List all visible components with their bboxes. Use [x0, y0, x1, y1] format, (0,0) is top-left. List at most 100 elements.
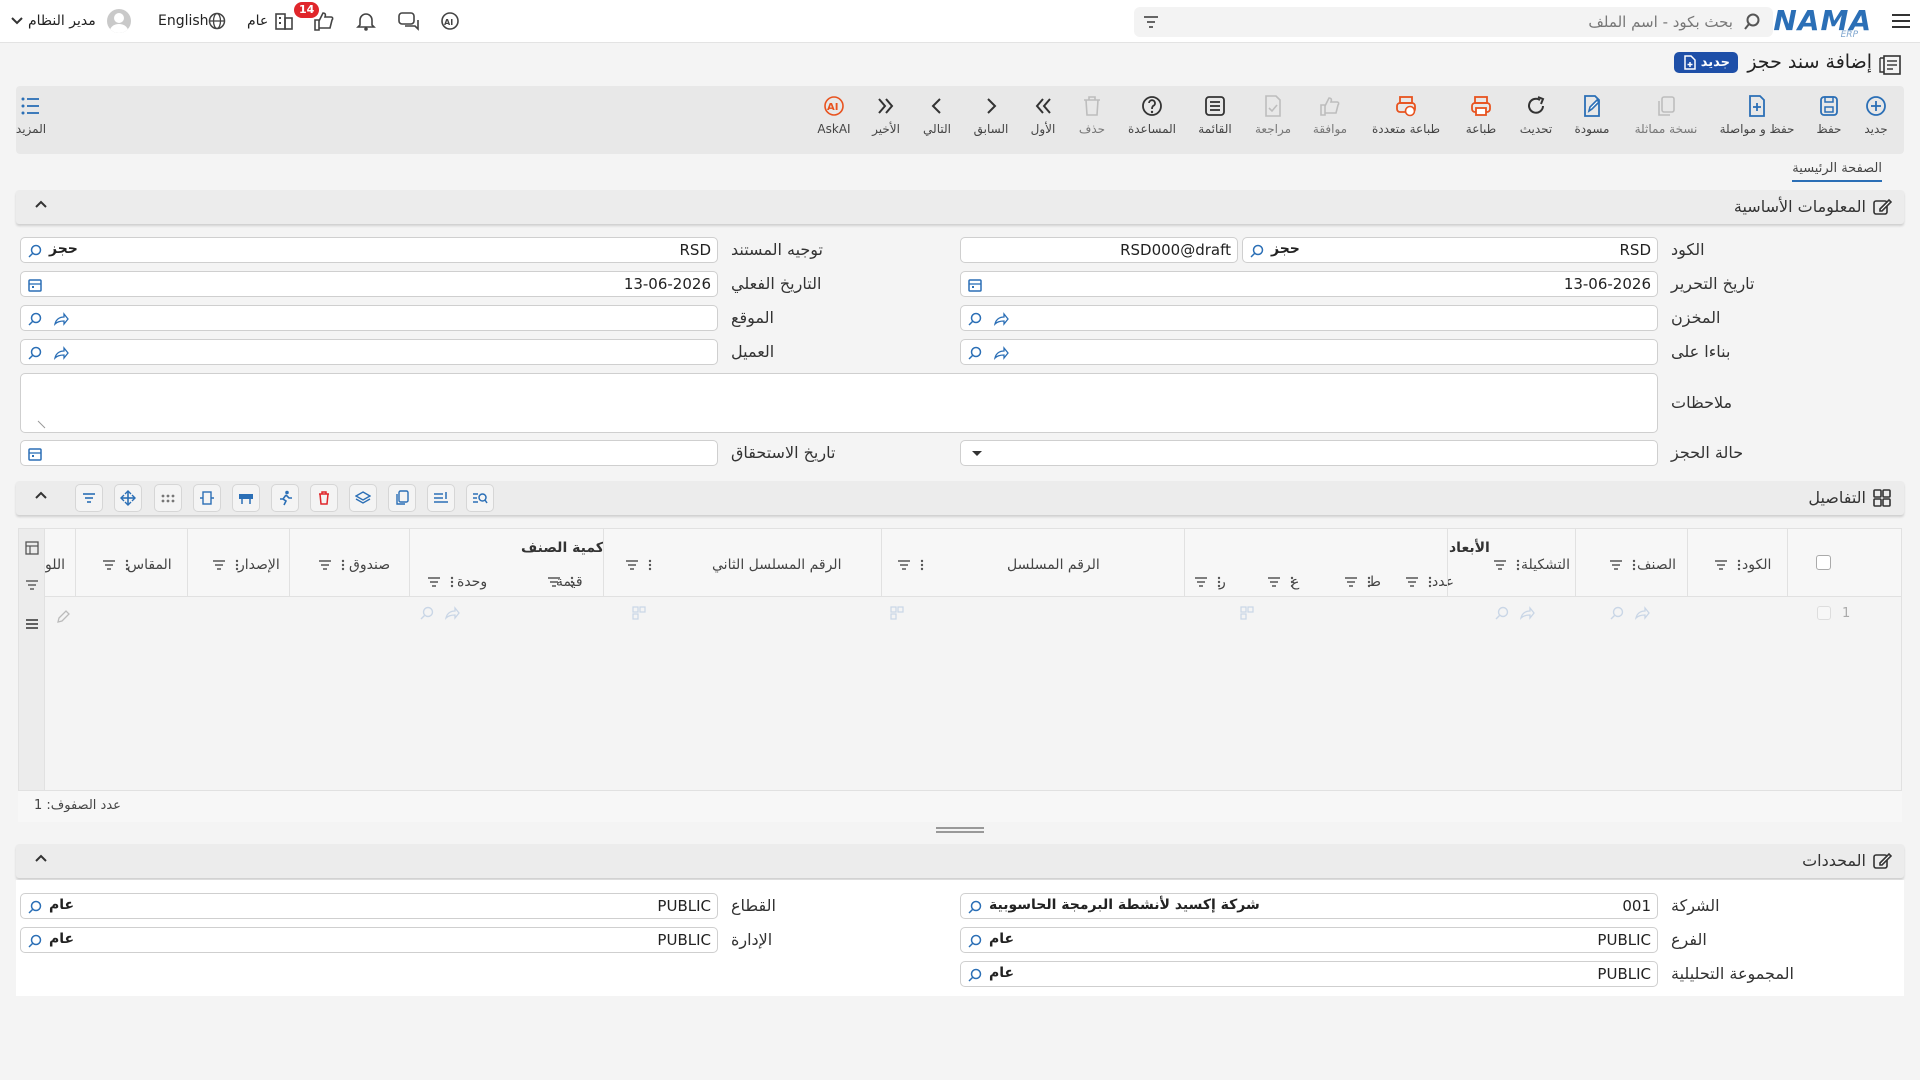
lookup-icon[interactable] — [27, 899, 43, 915]
scope-label[interactable]: عام — [247, 13, 268, 29]
column-filter-menu-icon[interactable] — [1714, 559, 1744, 573]
menu-icon[interactable] — [25, 618, 39, 630]
edit-date-field[interactable]: 13-06-2026 — [960, 271, 1658, 297]
column-filter-menu-icon[interactable] — [318, 559, 348, 573]
col-serial[interactable]: الرقم المسلسل — [1007, 557, 1100, 573]
chat-icon[interactable] — [397, 10, 421, 32]
grid-run-button[interactable] — [271, 484, 299, 512]
branch-field[interactable]: PUBLIC عام — [960, 927, 1658, 953]
grid-delete-button[interactable] — [310, 484, 338, 512]
col-unit[interactable]: وحدة — [457, 574, 487, 590]
pencil-icon[interactable] — [55, 609, 71, 625]
chevron-up-icon[interactable] — [34, 490, 48, 500]
select-all-checkbox[interactable] — [1816, 555, 1831, 570]
section-basic-info[interactable]: المعلومات الأساسية — [16, 190, 1904, 224]
toolbar-button-draft[interactable]: مسودة — [1564, 94, 1620, 136]
column-separator[interactable] — [289, 529, 290, 597]
column-separator[interactable] — [1787, 529, 1788, 597]
doc-direction-field[interactable]: RSD حجز — [20, 237, 718, 263]
section-determinants[interactable]: المحددات — [16, 844, 1904, 878]
code-draft-field[interactable]: RSD000@draft — [960, 237, 1238, 263]
grid-search-button[interactable] — [466, 484, 494, 512]
analytic-group-field[interactable]: PUBLIC عام — [960, 961, 1658, 987]
avatar[interactable] — [107, 9, 131, 33]
column-filter-menu-icon[interactable] — [102, 559, 132, 573]
column-filter-menu-icon[interactable] — [547, 576, 577, 590]
toolbar-button-first[interactable]: الأول — [1015, 94, 1071, 136]
column-separator[interactable] — [409, 529, 410, 597]
department-field[interactable]: PUBLIC عام — [20, 927, 718, 953]
toolbar-button-multi-print[interactable]: طباعة متعددة — [1372, 94, 1440, 136]
lookup-icon[interactable] — [967, 345, 983, 361]
toolbar-button-last[interactable]: الأخير — [858, 94, 914, 136]
hamburger-menu-icon[interactable] — [1890, 12, 1912, 30]
search-input[interactable]: بحث بكود - اسم الملف — [1588, 13, 1733, 31]
grid-layers-button[interactable] — [349, 484, 377, 512]
lookup-icon[interactable] — [967, 933, 983, 949]
nama-logo[interactable]: NAMA ERP — [1773, 4, 1872, 40]
column-separator[interactable] — [603, 529, 604, 597]
col-code[interactable]: الكود — [1742, 557, 1771, 573]
col-size[interactable]: المقاس — [127, 557, 172, 573]
share-icon[interactable] — [53, 311, 69, 327]
lookup-icon[interactable] — [27, 243, 43, 259]
column-filter-menu-icon[interactable] — [212, 559, 242, 573]
calendar-icon[interactable] — [27, 277, 43, 293]
toolbar-button-help[interactable]: المساعدة — [1124, 94, 1180, 136]
reservation-status-select[interactable] — [960, 440, 1658, 466]
lookup-icon[interactable] — [967, 311, 983, 327]
tab-main-page[interactable]: الصفحة الرئيسية — [1792, 161, 1882, 182]
toolbar-button-trash[interactable]: حذف — [1064, 94, 1120, 136]
col-item[interactable]: الصنف — [1637, 557, 1676, 573]
calendar-icon[interactable] — [27, 446, 43, 462]
column-separator[interactable] — [881, 529, 882, 597]
chevron-up-icon[interactable] — [34, 853, 48, 863]
col-serial2[interactable]: الرقم المسلسل الثاني — [712, 557, 841, 573]
toolbar-button-more[interactable]: المزيد — [3, 94, 59, 136]
table-icon[interactable] — [25, 541, 39, 555]
toolbar-button-save-continue[interactable]: حفظ و مواصلة — [1720, 94, 1794, 136]
column-filter-menu-icon[interactable] — [1493, 559, 1523, 573]
customer-field[interactable] — [20, 339, 718, 365]
chevron-down-icon[interactable] — [10, 16, 24, 26]
toolbar-button-save[interactable]: حفظ — [1801, 94, 1857, 136]
column-separator[interactable] — [1687, 529, 1688, 597]
column-filter-menu-icon[interactable] — [1609, 559, 1639, 573]
lookup-icon[interactable] — [27, 345, 43, 361]
grid-move-button[interactable] — [114, 484, 142, 512]
due-date-field[interactable] — [20, 440, 718, 466]
toolbar-button-review[interactable]: مراجعة — [1245, 94, 1301, 136]
actual-date-field[interactable]: 13-06-2026 — [20, 271, 718, 297]
toolbar-button-thumbs-up[interactable]: موافقة — [1302, 94, 1358, 136]
grid-copy-button[interactable] — [388, 484, 416, 512]
calendar-icon[interactable] — [967, 277, 983, 293]
column-separator[interactable] — [1447, 529, 1448, 597]
language-switch[interactable]: English — [158, 13, 209, 29]
grid-dots-button[interactable] — [154, 484, 182, 512]
column-filter-menu-icon[interactable] — [1194, 576, 1224, 590]
resize-splitter[interactable] — [936, 827, 984, 833]
column-filter-menu-icon[interactable] — [1405, 576, 1435, 590]
resize-handle-icon[interactable] — [37, 420, 47, 430]
column-filter-menu-icon[interactable] — [625, 559, 655, 573]
lookup-icon[interactable] — [27, 933, 43, 949]
grid-filter-button[interactable] — [75, 484, 103, 512]
grid-add-row-button[interactable] — [427, 484, 455, 512]
toolbar-button-ai[interactable]: AI AskAI — [806, 94, 862, 136]
share-icon[interactable] — [53, 345, 69, 361]
share-icon[interactable] — [993, 311, 1009, 327]
code-field[interactable]: RSD حجز — [1242, 237, 1658, 263]
notes-textarea[interactable] — [20, 373, 1658, 433]
column-separator[interactable] — [187, 529, 188, 597]
toolbar-button-previous[interactable]: السابق — [963, 94, 1019, 136]
column-separator[interactable] — [1184, 529, 1185, 597]
column-filter-menu-icon[interactable] — [1344, 576, 1374, 590]
col-box[interactable]: صندوق — [349, 557, 390, 573]
column-filter-menu-icon[interactable] — [1267, 576, 1297, 590]
col-config[interactable]: التشكيلة — [1521, 557, 1570, 573]
chevron-up-icon[interactable] — [34, 199, 48, 209]
col-more[interactable]: اللو — [45, 557, 67, 573]
column-filter-menu-icon[interactable] — [897, 559, 927, 573]
col-version[interactable]: الإصدار — [238, 557, 280, 573]
toolbar-button-print[interactable]: طباعة — [1453, 94, 1509, 136]
